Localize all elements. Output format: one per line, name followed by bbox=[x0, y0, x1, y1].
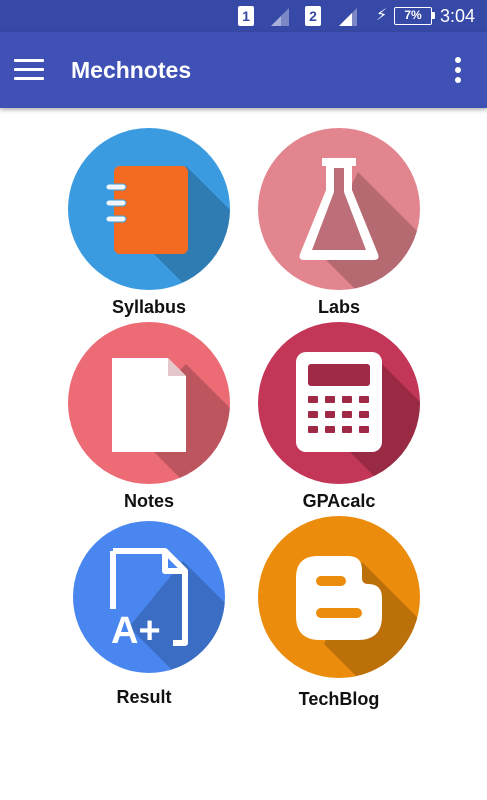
app-bar: Mechnotes bbox=[0, 32, 487, 108]
tile-techblog[interactable]: TechBlog bbox=[258, 516, 420, 710]
tile-label: GPAcalc bbox=[302, 491, 376, 511]
flask-icon bbox=[258, 128, 420, 290]
signal-icon bbox=[339, 8, 357, 26]
sim-card-icon: 2 bbox=[305, 6, 321, 26]
tile-result[interactable]: A+ Result bbox=[68, 520, 230, 710]
notebook-icon bbox=[68, 128, 230, 290]
status-bar: 1 2 ⚡ 7% 3:04 bbox=[0, 0, 487, 32]
tile-label: TechBlog bbox=[298, 689, 380, 709]
tile-label: Labs bbox=[317, 297, 360, 317]
tile-label: Notes bbox=[123, 491, 174, 511]
tile-label: Result bbox=[116, 687, 172, 707]
blogger-icon bbox=[258, 516, 420, 678]
app-title: Mechnotes bbox=[71, 57, 192, 83]
grade-document-icon: A+ bbox=[73, 521, 225, 673]
tile-label: Syllabus bbox=[111, 297, 187, 317]
tile-labs[interactable]: Labs bbox=[258, 128, 420, 322]
calculator-icon bbox=[258, 322, 420, 484]
hamburger-menu-icon[interactable] bbox=[14, 59, 46, 81]
battery-level: 7% bbox=[404, 8, 422, 22]
tile-gpacalc[interactable]: GPAcalc bbox=[258, 322, 420, 512]
tile-notes[interactable]: Notes bbox=[68, 322, 230, 512]
sim-card-icon: 1 bbox=[238, 6, 254, 26]
tile-syllabus[interactable]: Syllabus bbox=[68, 128, 230, 322]
more-vert-icon[interactable] bbox=[446, 52, 470, 88]
signal-icon bbox=[271, 8, 289, 26]
svg-text:A+: A+ bbox=[111, 610, 161, 652]
charging-icon: ⚡ bbox=[376, 7, 388, 24]
clock: 3:04 bbox=[440, 6, 476, 26]
battery-icon: 7% bbox=[394, 7, 435, 25]
document-icon bbox=[68, 322, 230, 484]
